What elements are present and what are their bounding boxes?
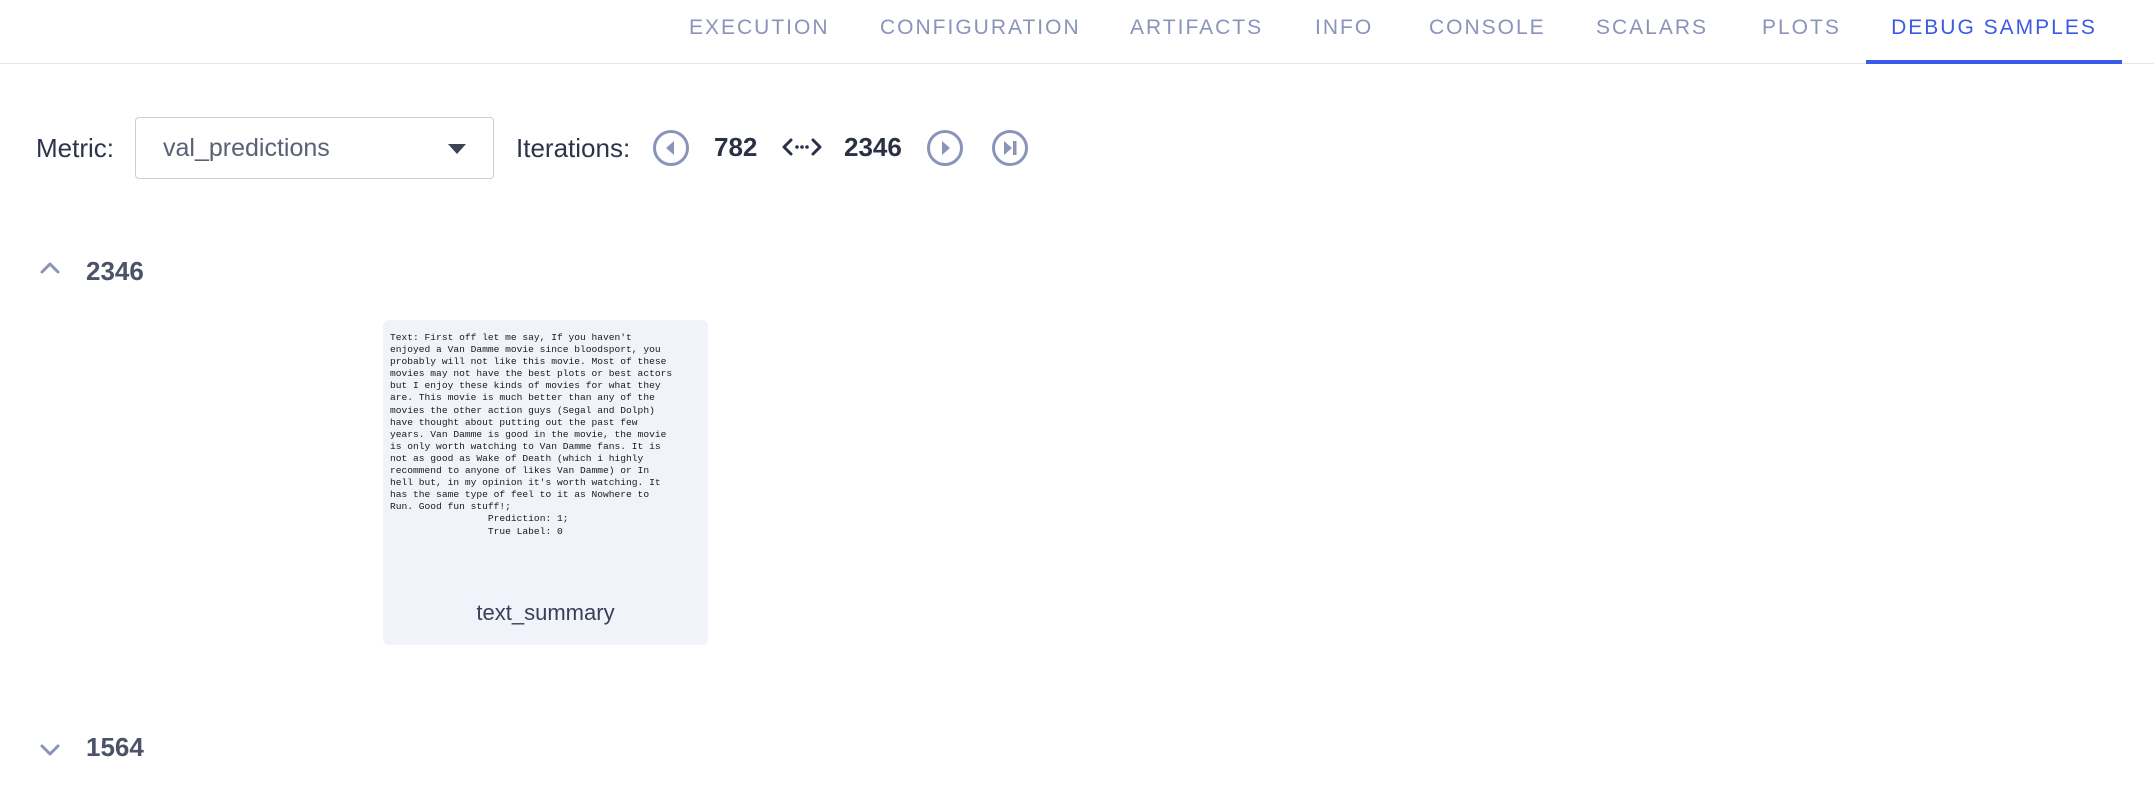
left-right-arrows-icon — [782, 138, 822, 156]
tab-plots[interactable]: PLOTS — [1762, 16, 1839, 64]
tab-artifacts[interactable]: ARTIFACTS — [1130, 16, 1261, 64]
group-iteration-title: 1564 — [86, 732, 144, 762]
tab-execution[interactable]: EXECUTION — [689, 16, 828, 64]
iteration-to: 2346 — [844, 132, 902, 162]
iteration-from: 782 — [714, 132, 758, 162]
tab-configuration[interactable]: CONFIGURATION — [880, 16, 1079, 64]
chevron-right-circle-icon — [927, 130, 963, 166]
expand-group-button[interactable] — [36, 736, 64, 764]
sample-preview-text: Text: First off let me say, If you haven… — [390, 332, 673, 537]
metric-select-value: val_predictions — [163, 134, 330, 162]
tab-scalars[interactable]: SCALARS — [1596, 16, 1706, 64]
tab-info[interactable]: INFO — [1315, 16, 1371, 64]
last-iteration-button[interactable] — [991, 129, 1029, 167]
metric-label: Metric: — [36, 133, 114, 163]
previous-iteration-button[interactable] — [652, 129, 690, 167]
group-iteration-title: 2346 — [86, 256, 144, 286]
tab-debug-samples[interactable]: DEBUG SAMPLES — [1866, 16, 2122, 64]
iterations-label: Iterations: — [516, 133, 631, 163]
skip-to-last-icon — [992, 130, 1028, 166]
top-tab-bar: EXECUTION CONFIGURATION ARTIFACTS INFO C… — [0, 0, 2154, 64]
sample-caption: text_summary — [476, 600, 615, 625]
caret-down-icon — [448, 144, 466, 154]
collapse-group-button[interactable] — [36, 254, 64, 282]
debug-sample-card[interactable]: Text: First off let me say, If you haven… — [383, 320, 708, 645]
next-iteration-button[interactable] — [926, 129, 964, 167]
chevron-down-icon — [40, 744, 60, 756]
chevron-left-circle-icon — [653, 130, 689, 166]
tab-console[interactable]: CONSOLE — [1429, 16, 1544, 64]
metric-select[interactable]: val_predictions — [135, 117, 494, 179]
chevron-up-icon — [40, 262, 60, 274]
